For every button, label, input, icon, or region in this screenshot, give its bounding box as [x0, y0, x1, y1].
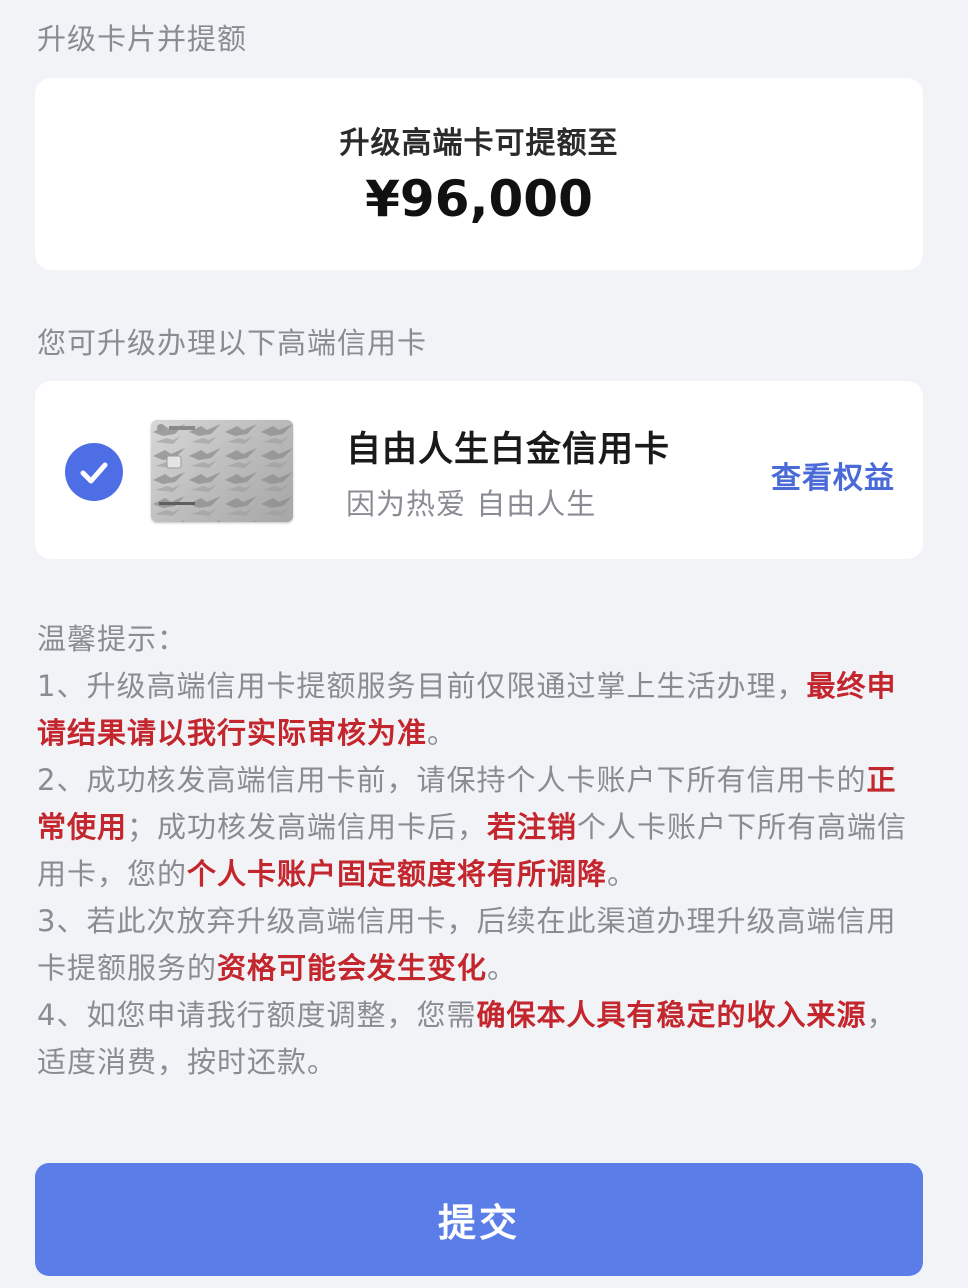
tip-text: 。	[487, 951, 518, 985]
tip-highlight-text: 个人卡账户固定额度将有所调降	[187, 857, 608, 891]
tip-item: 2、成功核发高端信用卡前，请保持个人卡账户下所有信用卡的正常使用；成功核发高端信…	[37, 757, 917, 898]
check-circle-icon[interactable]	[65, 443, 123, 501]
card-slogan: 因为热爱 自由人生	[346, 487, 597, 521]
card-name: 自由人生白金信用卡	[346, 430, 671, 470]
upgrade-amount-card: 升级高端卡可提额至 ¥96,000	[35, 78, 923, 270]
tip-highlight-text: 确保本人具有稳定的收入来源	[476, 998, 867, 1032]
tip-highlight-text: 资格可能会发生变化	[217, 951, 488, 985]
amount-value: ¥96,000	[365, 170, 593, 228]
tip-highlight-text: 若注销	[487, 810, 578, 844]
tips-section: 温馨提示： 1、升级高端信用卡提额服务目前仅限通过掌上生活办理，最终申请结果请以…	[37, 616, 917, 1086]
tips-list: 1、升级高端信用卡提额服务目前仅限通过掌上生活办理，最终申请结果请以我行实际审核…	[37, 663, 917, 1086]
tip-item: 3、若此次放弃升级高端信用卡，后续在此渠道办理升级高端信用卡提额服务的资格可能会…	[37, 898, 917, 992]
tip-text: ；成功核发高端信用卡后，	[127, 810, 488, 844]
view-benefits-link[interactable]: 查看权益	[771, 453, 895, 497]
tip-text: 4、如您申请我行额度调整，您需	[37, 998, 477, 1032]
tips-heading: 温馨提示：	[37, 622, 188, 656]
tip-text: 1、升级高端信用卡提额服务目前仅限通过掌上生活办理，	[37, 669, 807, 703]
tip-text: 。	[607, 857, 638, 891]
card-option-row[interactable]: 自由人生白金信用卡 因为热爱 自由人生 查看权益	[35, 381, 923, 559]
section-title-cards: 您可升级办理以下高端信用卡	[37, 326, 428, 360]
tip-item: 4、如您申请我行额度调整，您需确保本人具有稳定的收入来源，适度消费，按时还款。	[37, 992, 917, 1086]
tip-text: 2、成功核发高端信用卡前，请保持个人卡账户下所有信用卡的	[37, 763, 867, 797]
submit-button[interactable]: 提交	[35, 1163, 923, 1276]
tip-item: 1、升级高端信用卡提额服务目前仅限通过掌上生活办理，最终申请结果请以我行实际审核…	[37, 663, 917, 757]
credit-card-image	[151, 420, 293, 522]
tip-text: 。	[427, 716, 458, 750]
amount-label: 升级高端卡可提额至	[339, 126, 619, 161]
section-title-upgrade: 升级卡片并提额	[37, 22, 248, 56]
